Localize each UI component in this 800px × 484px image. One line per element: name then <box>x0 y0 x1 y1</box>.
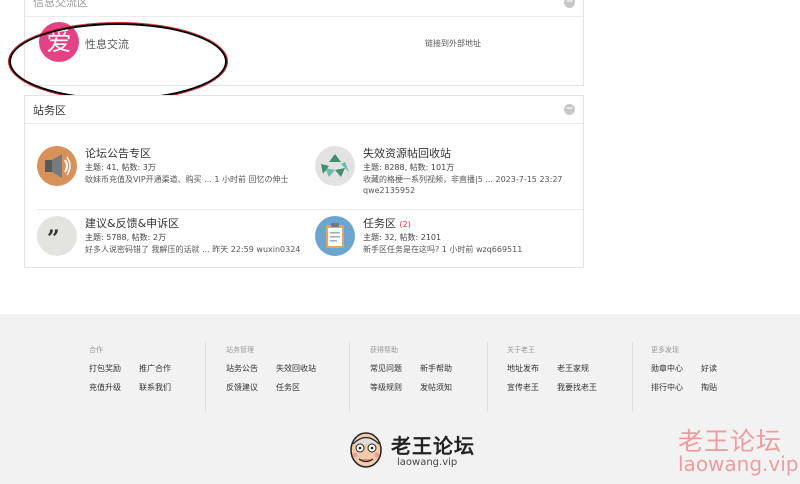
collapse-icon[interactable]: − <box>564 0 575 8</box>
forum-title-text[interactable]: 任务区 <box>363 217 396 230</box>
forum-last-post[interactable]: 蚊妹币充值及VIP开通渠道、购买 ... 1 小时前 回忆の伸士 <box>85 174 289 185</box>
footer-link[interactable]: 勋章中心 <box>651 363 683 374</box>
forum-stats: 主题: 41, 帖数: 3万 <box>85 163 156 172</box>
forum-last-post[interactable]: 新手区任务是在这吗? 1 小时前 wzq669511 <box>363 244 522 255</box>
highlight-ellipse <box>9 23 227 100</box>
panel-title: 站务区 <box>33 103 66 117</box>
forum-cell-recycle[interactable]: 失效资源帖回收站 主题: 8288, 帖数: 101万 收藏的格梗一系列视频，非… <box>303 136 573 198</box>
footer-link[interactable]: 新手帮助 <box>420 363 452 374</box>
forum-title[interactable]: 任务区 (2) <box>363 215 411 231</box>
forum-last-post[interactable]: 收藏的格梗一系列视频，非直播|5 ... 2023-7-15 23:27 <box>363 174 563 185</box>
panel-header: 站务区 − <box>25 96 583 124</box>
footer-link[interactable]: 宣传老王 <box>507 382 539 393</box>
recycle-icon[interactable] <box>315 146 355 186</box>
footer-col-site-admin: 站务管理 站务公告 失效回收站 反馈建议 任务区 <box>226 345 316 393</box>
footer-divider <box>205 342 206 412</box>
footer-link[interactable]: 等级规则 <box>370 382 402 393</box>
footer-link[interactable]: 任务区 <box>276 382 316 393</box>
forum-cell-feedback[interactable]: ” 建议&反馈&申诉区 主题: 5788, 帖数: 2万 好多人说密码错了 我解… <box>25 206 300 268</box>
footer-link[interactable]: 排行中心 <box>651 382 683 393</box>
forum-last-author[interactable]: qwe2135952 <box>363 186 415 195</box>
footer-link[interactable]: 老王家规 <box>557 363 597 374</box>
footer-link[interactable]: 常见问题 <box>370 363 402 374</box>
footer-col-discover: 更多发现 勋章中心 好读 排行中心 掏贴 <box>651 345 717 393</box>
external-link-label[interactable]: 链接到外部地址 <box>425 38 481 49</box>
footer-link[interactable]: 发帖须知 <box>420 382 452 393</box>
forum-title[interactable]: 失效资源帖回收站 <box>363 145 451 161</box>
new-count-badge: (2) <box>399 220 411 229</box>
footer-link[interactable]: 反馈建议 <box>226 382 258 393</box>
footer-link[interactable]: 地址发布 <box>507 363 539 374</box>
forum-cell-tasks[interactable]: 任务区 (2) 主题: 32, 帖数: 2101 新手区任务是在这吗? 1 小时… <box>303 206 573 268</box>
old-man-face-logo-icon[interactable] <box>346 429 386 469</box>
footer-link[interactable]: 充值升级 <box>89 382 121 393</box>
footer-col-help: 获得帮助 常见问题 新手帮助 等级规则 发帖须知 <box>370 345 452 393</box>
footer-col-about: 关于老王 地址发布 老王家规 宣传老王 我要找老王 <box>507 345 597 393</box>
watermark-domain: laowang.vip <box>678 452 799 476</box>
station-affairs-panel: 站务区 − 论坛公告专区 主题: 41, 帖数: 3万 蚊妹币充值及VIP开通渠… <box>24 95 584 268</box>
quote-icon[interactable]: ” <box>37 216 77 256</box>
footer-link[interactable]: 掏贴 <box>701 382 717 393</box>
panel-title: 信息交流区 <box>33 0 88 9</box>
footer-col-title: 站务管理 <box>226 346 254 354</box>
forum-stats: 主题: 8288, 帖数: 101万 <box>363 163 455 172</box>
footer-divider <box>349 342 350 412</box>
footer-logo-text[interactable]: 老王论坛 <box>391 430 475 459</box>
footer-col-cooperation: 合作 打包奖励 推广合作 充值升级 联系我们 <box>89 345 171 393</box>
footer-divider <box>632 342 633 412</box>
footer-link[interactable]: 我要找老王 <box>557 382 597 393</box>
forum-title[interactable]: 论坛公告专区 <box>85 145 151 161</box>
forum-stats: 主题: 32, 帖数: 2101 <box>363 233 442 242</box>
footer-link[interactable]: 好读 <box>701 363 717 374</box>
clipboard-icon[interactable] <box>315 216 355 256</box>
collapse-icon[interactable]: − <box>564 104 575 115</box>
footer-col-title: 关于老王 <box>507 346 535 354</box>
footer-link[interactable]: 失效回收站 <box>276 363 316 374</box>
footer-link[interactable]: 打包奖励 <box>89 363 121 374</box>
footer-logo-domain[interactable]: laowang.vip <box>397 457 457 468</box>
footer-divider <box>487 342 488 412</box>
footer-col-title: 获得帮助 <box>370 346 398 354</box>
footer-link[interactable]: 联系我们 <box>139 382 171 393</box>
footer-link[interactable]: 推广合作 <box>139 363 171 374</box>
footer-col-title: 合作 <box>89 346 103 354</box>
forum-cell-announcements[interactable]: 论坛公告专区 主题: 41, 帖数: 3万 蚊妹币充值及VIP开通渠道、购买 .… <box>25 136 295 198</box>
footer-col-title: 更多发现 <box>651 346 679 354</box>
forum-stats: 主题: 5788, 帖数: 2万 <box>85 233 167 242</box>
panel-header: 信息交流区 − <box>25 0 583 17</box>
forum-title[interactable]: 建议&反馈&申诉区 <box>85 215 179 231</box>
forum-last-post[interactable]: 好多人说密码错了 我解压的话就 ... 昨天 22:59 wuxin0324 <box>85 244 300 255</box>
footer-link[interactable]: 站务公告 <box>226 363 258 374</box>
svg-text:”: ” <box>47 226 60 252</box>
megaphone-icon[interactable] <box>37 146 77 186</box>
